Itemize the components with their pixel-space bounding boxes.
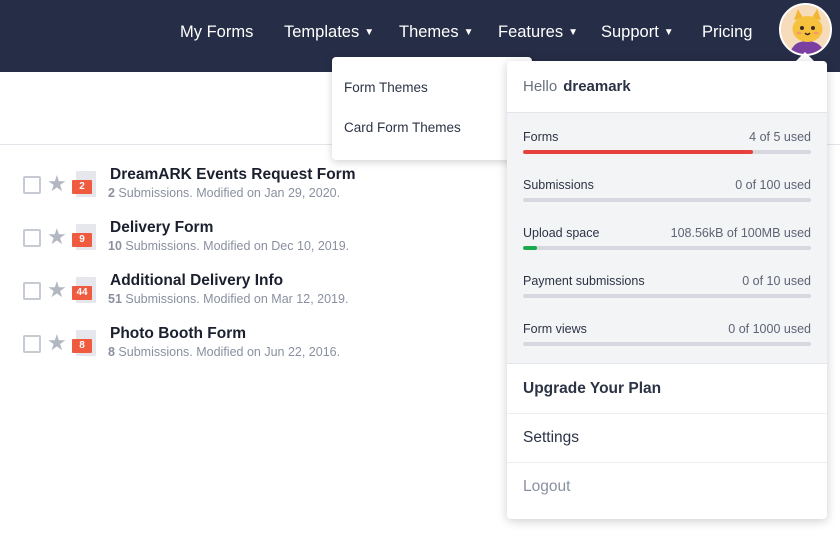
form-meta: 2 Submissions. Modified on Jan 29, 2020. [108,186,340,200]
usage-label: Submissions [523,178,594,192]
usage-form-views: Form views 0 of 1000 used [523,322,811,352]
form-meta-text: Submissions. Modified on Mar 12, 2019. [121,292,349,306]
form-document-icon: 8 [72,330,96,356]
form-document-icon: 9 [72,224,96,250]
usage-progress-fill [523,150,754,154]
logout-label: Logout [523,478,571,495]
usage-value: 108.56kB of 100MB used [670,226,811,240]
themes-dropdown: Form Themes Card Form Themes [332,57,532,160]
form-submission-count: 51 [108,292,122,306]
caret-down-icon: ▼ [568,27,579,38]
nav-label: Templates [284,23,360,41]
usage-label: Upload space [523,226,600,240]
usage-progress-bar [523,198,811,202]
nav-my-forms[interactable]: My Forms [180,20,253,44]
star-icon[interactable]: ★ [47,332,67,354]
form-submission-count: 8 [108,345,115,359]
usage-value: 0 of 10 used [742,274,811,288]
settings-label: Settings [523,429,580,446]
usage-label: Form views [523,322,587,336]
nav-label: Features [498,23,564,41]
form-meta-text: Submissions. Modified on Dec 10, 2019. [121,239,350,253]
star-icon[interactable]: ★ [47,173,67,195]
nav-features[interactable]: Features ▼ [498,20,578,44]
avatar-image [781,5,830,54]
form-checkbox[interactable] [23,176,41,194]
form-submission-count: 10 [108,239,122,253]
usage-progress-bar [523,342,811,346]
form-title[interactable]: Additional Delivery Info [110,272,283,290]
upgrade-plan-link[interactable]: Upgrade Your Plan [507,365,827,414]
usage-forms: Forms 4 of 5 used [523,130,811,160]
settings-link[interactable]: Settings [507,414,827,463]
form-checkbox[interactable] [23,335,41,353]
greeting-label: Hello [523,78,558,95]
form-meta: 10 Submissions. Modified on Dec 10, 2019… [108,239,349,253]
logout-link[interactable]: Logout [507,463,827,512]
menu-item-form-themes[interactable]: Form Themes [344,80,428,95]
caret-down-icon: ▼ [463,27,474,38]
greeting: Hello dreamark [523,78,631,95]
form-document-icon: 44 [72,277,96,303]
submission-count-badge: 9 [72,233,92,247]
submission-count-badge: 44 [72,286,92,300]
usage-upload-space: Upload space 108.56kB of 100MB used [523,226,811,256]
usage-value: 0 of 100 used [735,178,811,192]
usage-label: Forms [523,130,559,144]
username: dreamark [563,78,631,95]
usage-progress-fill [523,246,538,250]
caret-down-icon: ▼ [364,27,375,38]
form-checkbox[interactable] [23,282,41,300]
nav-label: Pricing [702,23,753,41]
menu-item-card-form-themes[interactable]: Card Form Themes [344,120,461,135]
form-list-item[interactable]: ★ 2 DreamARK Events Request Form 2 Submi… [0,166,500,216]
cat-avatar-icon[interactable] [779,3,832,56]
form-title[interactable]: Photo Booth Form [110,325,246,343]
form-meta: 8 Submissions. Modified on Jun 22, 2016. [108,345,340,359]
nav-themes[interactable]: Themes ▼ [399,20,474,44]
usage-progress-bar [523,150,811,154]
nav-templates[interactable]: Templates ▼ [284,20,374,44]
form-list-item[interactable]: ★ 44 Additional Delivery Info 51 Submiss… [0,272,500,322]
nav-label: Themes [399,23,459,41]
usage-label: Payment submissions [523,274,645,288]
form-submission-count: 2 [108,186,115,200]
star-icon[interactable]: ★ [47,226,67,248]
usage-progress-bar [523,246,811,250]
form-document-icon: 2 [72,171,96,197]
nav-pricing[interactable]: Pricing [702,20,752,44]
user-account-dropdown: Hello dreamark Forms 4 of 5 used Submissi… [507,61,827,519]
submission-count-badge: 2 [72,180,92,194]
nav-label: My Forms [180,23,254,41]
form-meta-text: Submissions. Modified on Jun 22, 2016. [114,345,341,359]
form-meta: 51 Submissions. Modified on Mar 12, 2019… [108,292,348,306]
dropdown-arrow [796,52,814,61]
usage-panel: Forms 4 of 5 used Submissions 0 of 100 u… [507,112,827,364]
upgrade-plan-label: Upgrade Your Plan [523,380,662,397]
usage-value: 4 of 5 used [749,130,811,144]
form-title[interactable]: Delivery Form [110,219,213,237]
usage-payment-submissions: Payment submissions 0 of 10 used [523,274,811,304]
form-list-item[interactable]: ★ 8 Photo Booth Form 8 Submissions. Modi… [0,325,500,375]
form-list-item[interactable]: ★ 9 Delivery Form 10 Submissions. Modifi… [0,219,500,269]
caret-down-icon: ▼ [663,27,674,38]
usage-submissions: Submissions 0 of 100 used [523,178,811,208]
form-meta-text: Submissions. Modified on Jan 29, 2020. [114,186,341,200]
nav-support[interactable]: Support ▼ [601,20,674,44]
form-checkbox[interactable] [23,229,41,247]
submission-count-badge: 8 [72,339,92,353]
nav-label: Support [601,23,659,41]
form-title[interactable]: DreamARK Events Request Form [110,166,355,184]
usage-value: 0 of 1000 used [728,322,811,336]
star-icon[interactable]: ★ [47,279,67,301]
usage-progress-bar [523,294,811,298]
